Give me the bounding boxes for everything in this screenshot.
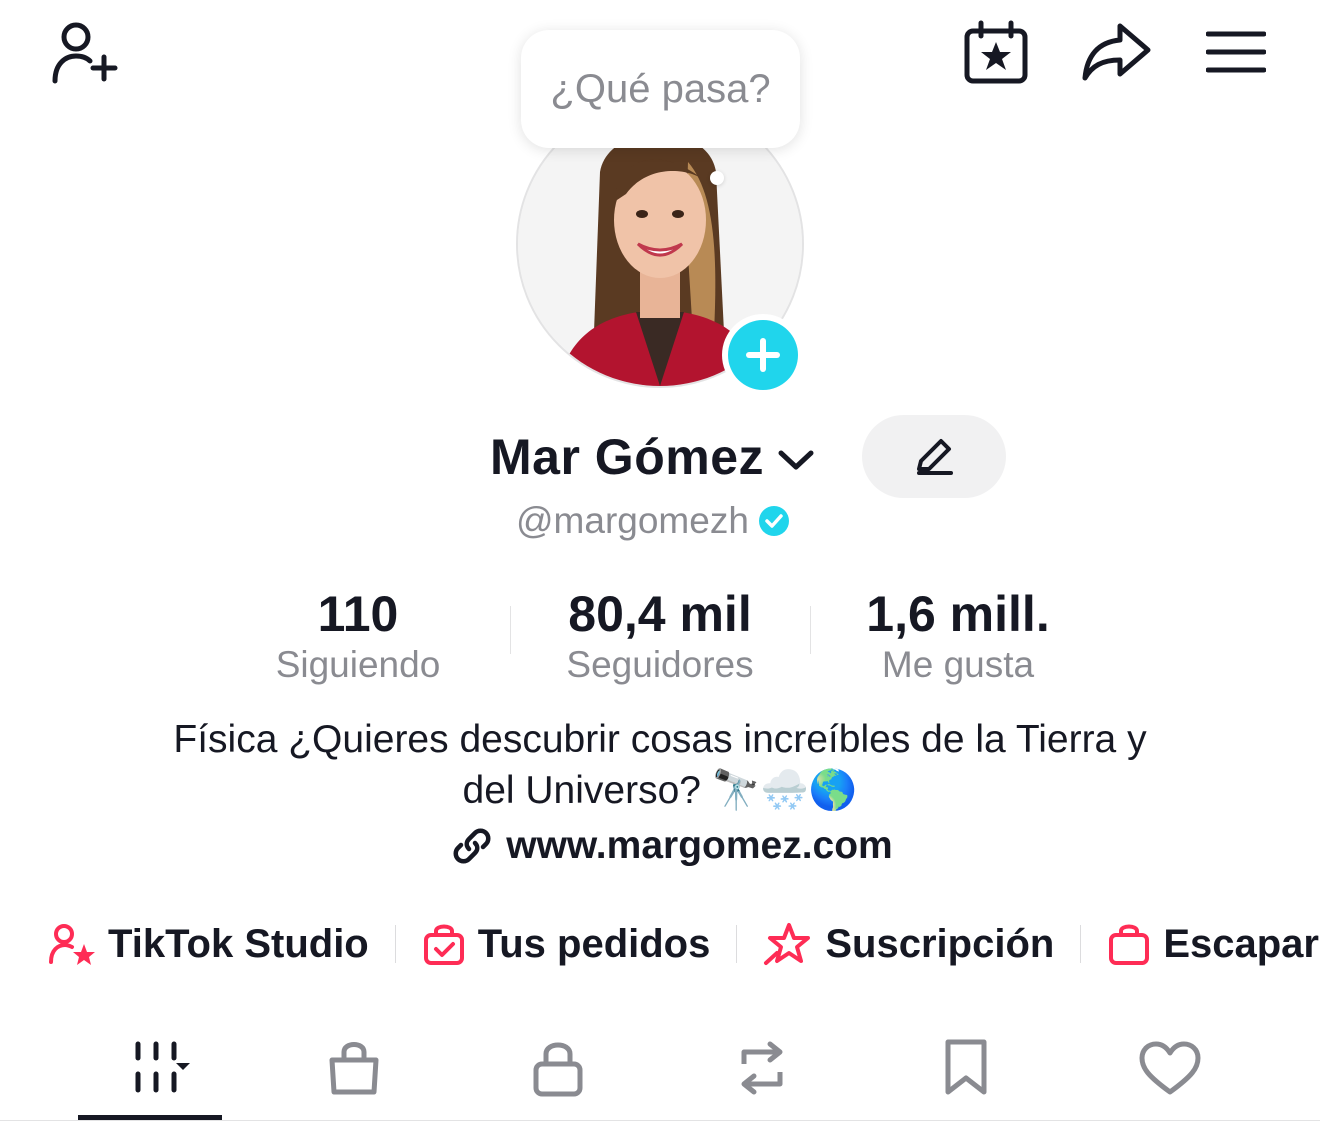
username: @margomezh xyxy=(516,500,789,542)
shortcut-label: Escapar xyxy=(1163,921,1319,966)
shortcut-orders[interactable]: Tus pedidos xyxy=(422,921,711,967)
chevron-down-icon xyxy=(778,450,814,470)
tabs-divider xyxy=(0,1120,1320,1121)
shortcut-label: TikTok Studio xyxy=(108,921,369,966)
shortcut-divider xyxy=(1080,925,1082,963)
tab-videos[interactable] xyxy=(78,1020,222,1116)
tab-private[interactable] xyxy=(486,1020,630,1116)
shortcut-subscription[interactable]: Suscripción xyxy=(763,921,1054,967)
tab-reposts[interactable] xyxy=(690,1020,834,1116)
profile-tabs xyxy=(0,1020,1320,1120)
calendar-button[interactable] xyxy=(958,14,1034,90)
calendar-star-icon xyxy=(964,20,1028,84)
bookmark-icon xyxy=(945,1039,987,1095)
plus-icon xyxy=(746,338,780,372)
menu-button[interactable] xyxy=(1198,14,1274,90)
shortcut-showcase[interactable]: Escapar xyxy=(1107,921,1319,967)
stat-divider xyxy=(510,606,511,654)
edit-profile-button[interactable] xyxy=(862,415,1006,498)
note-bubble-text: ¿Qué pasa? xyxy=(550,66,771,111)
pencil-icon xyxy=(917,438,953,475)
username-text: @margomezh xyxy=(516,500,749,541)
shortcut-bar: TikTok Studio Tus pedidos Suscripción Es… xyxy=(48,914,1319,974)
shop-bag-icon xyxy=(329,1042,379,1095)
bio-link[interactable]: www.margomez.com xyxy=(0,824,1320,868)
stat-followers-label: Seguidores xyxy=(566,644,754,685)
stat-followers-value: 80,4 mil xyxy=(568,586,752,642)
shopping-bag-icon xyxy=(1109,924,1150,965)
shooting-star-icon xyxy=(764,923,811,965)
stat-likes-value: 1,6 mill. xyxy=(866,586,1050,642)
verified-badge-icon xyxy=(758,506,789,536)
video-grid-icon xyxy=(135,1041,190,1093)
shortcut-tiktok-studio[interactable]: TikTok Studio xyxy=(48,922,369,967)
add-story-button[interactable] xyxy=(722,314,804,396)
link-icon xyxy=(453,828,491,864)
note-bubble[interactable]: ¿Qué pasa? xyxy=(521,30,800,148)
add-friend-button[interactable] xyxy=(44,14,124,90)
shortcut-divider xyxy=(394,925,396,963)
bio-line-2: del Universo? 🔭🌨️🌎 xyxy=(462,769,858,812)
stat-following[interactable]: 110 Siguiendo xyxy=(228,586,488,688)
shortcut-label: Suscripción xyxy=(825,921,1055,966)
hamburger-menu-icon xyxy=(1206,31,1266,73)
note-bubble-tail xyxy=(710,171,724,185)
bio: Física ¿Quieres descubrir cosas increíbl… xyxy=(60,714,1260,816)
stat-followers[interactable]: 80,4 mil Seguidores xyxy=(530,586,790,688)
repost-icon xyxy=(741,1041,783,1095)
stat-following-label: Siguiendo xyxy=(275,644,441,685)
stat-likes[interactable]: 1,6 mill. Me gusta xyxy=(828,586,1088,688)
person-star-icon xyxy=(49,924,95,965)
stat-following-value: 110 xyxy=(317,586,399,642)
tab-shop[interactable] xyxy=(282,1020,426,1116)
tab-favorites[interactable] xyxy=(894,1020,1038,1116)
person-add-icon xyxy=(52,22,118,84)
shortcut-divider xyxy=(736,925,738,963)
share-button[interactable] xyxy=(1076,14,1156,90)
shortcut-label: Tus pedidos xyxy=(477,921,711,966)
bio-link-text: www.margomez.com xyxy=(506,824,893,867)
profile-name[interactable]: Mar Gómez xyxy=(490,428,764,486)
lock-icon xyxy=(533,1042,583,1097)
account-switch-button[interactable] xyxy=(774,440,818,480)
bio-line-1: Física ¿Quieres descubrir cosas increíbl… xyxy=(173,718,1147,761)
shopping-bag-check-icon xyxy=(423,924,464,965)
heart-icon xyxy=(1139,1041,1201,1095)
tab-liked[interactable] xyxy=(1098,1020,1242,1116)
stat-likes-label: Me gusta xyxy=(881,644,1035,685)
share-arrow-icon xyxy=(1082,23,1151,81)
profile-name-text: Mar Gómez xyxy=(490,429,765,485)
stat-divider xyxy=(810,606,811,654)
